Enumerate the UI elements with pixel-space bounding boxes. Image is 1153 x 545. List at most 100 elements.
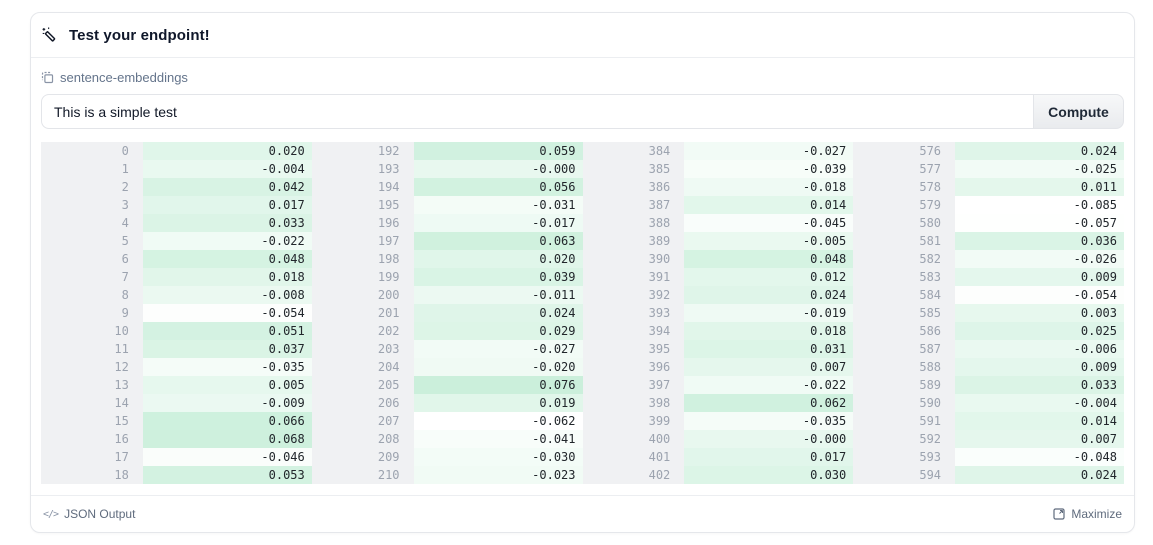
- value-cell: 0.007: [684, 358, 853, 376]
- index-cell: 3: [41, 196, 143, 214]
- index-cell: 384: [583, 142, 685, 160]
- model-name-label: sentence-embeddings: [60, 70, 188, 85]
- index-cell: 400: [583, 430, 685, 448]
- index-cell: 576: [853, 142, 955, 160]
- index-cell: 585: [853, 304, 955, 322]
- value-cell: 0.051: [143, 322, 312, 340]
- maximize-button[interactable]: Maximize: [1053, 507, 1122, 521]
- maximize-icon: [1053, 508, 1065, 520]
- embeddings-output[interactable]: 00.0201920.059384-0.0275760.0241-0.00419…: [41, 142, 1124, 484]
- value-cell: 0.019: [414, 394, 583, 412]
- index-cell: 396: [583, 358, 685, 376]
- index-cell: 16: [41, 430, 143, 448]
- index-cell: 4: [41, 214, 143, 232]
- value-cell: -0.031: [414, 196, 583, 214]
- value-cell: 0.011: [955, 178, 1124, 196]
- index-cell: 391: [583, 268, 685, 286]
- index-cell: 580: [853, 214, 955, 232]
- value-cell: 0.009: [955, 268, 1124, 286]
- value-cell: 0.024: [955, 142, 1124, 160]
- index-cell: 210: [312, 466, 414, 484]
- value-cell: 0.048: [684, 250, 853, 268]
- value-cell: 0.037: [143, 340, 312, 358]
- index-cell: 2: [41, 178, 143, 196]
- index-cell: 584: [853, 286, 955, 304]
- card-body: sentence-embeddings Compute 0 0.020 192 0.0…: [31, 58, 1134, 485]
- value-cell: 0.066: [143, 412, 312, 430]
- value-cell: 0.009: [955, 358, 1124, 376]
- value-cell: 0.068: [143, 430, 312, 448]
- index-cell: 193: [312, 160, 414, 178]
- index-cell: 577: [853, 160, 955, 178]
- value-cell: -0.005: [684, 232, 853, 250]
- index-cell: 397: [583, 376, 685, 394]
- index-cell: 582: [853, 250, 955, 268]
- value-cell: 0.030: [684, 466, 853, 484]
- value-cell: -0.018: [684, 178, 853, 196]
- value-cell: 0.033: [143, 214, 312, 232]
- value-cell: 0.007: [955, 430, 1124, 448]
- copy-icon: [41, 71, 54, 84]
- code-icon: </>: [43, 509, 58, 520]
- value-cell: -0.027: [414, 340, 583, 358]
- index-cell: 204: [312, 358, 414, 376]
- index-cell: 402: [583, 466, 685, 484]
- index-cell: 195: [312, 196, 414, 214]
- index-cell: 198: [312, 250, 414, 268]
- value-cell: -0.000: [684, 430, 853, 448]
- value-cell: -0.045: [684, 214, 853, 232]
- index-cell: 5: [41, 232, 143, 250]
- value-cell: 0.033: [955, 376, 1124, 394]
- index-cell: 583: [853, 268, 955, 286]
- index-cell: 401: [583, 448, 685, 466]
- value-cell: 0.005: [143, 376, 312, 394]
- value-cell: -0.026: [955, 250, 1124, 268]
- index-cell: 385: [583, 160, 685, 178]
- value-cell: -0.035: [143, 358, 312, 376]
- value-cell: 0.014: [955, 412, 1124, 430]
- index-cell: 581: [853, 232, 955, 250]
- model-name-row: sentence-embeddings: [41, 70, 1124, 85]
- value-cell: -0.041: [414, 430, 583, 448]
- index-cell: 594: [853, 466, 955, 484]
- index-cell: 399: [583, 412, 685, 430]
- value-cell: 0.014: [684, 196, 853, 214]
- value-cell: -0.009: [143, 394, 312, 412]
- value-cell: 0.036: [955, 232, 1124, 250]
- index-cell: 591: [853, 412, 955, 430]
- value-cell: -0.017: [414, 214, 583, 232]
- value-cell: 0.024: [414, 304, 583, 322]
- inference-text-input[interactable]: [41, 94, 1033, 129]
- compute-button[interactable]: Compute: [1033, 94, 1124, 129]
- index-cell: 579: [853, 196, 955, 214]
- index-cell: 205: [312, 376, 414, 394]
- page-title: Test your endpoint!: [69, 27, 210, 44]
- index-cell: 17: [41, 448, 143, 466]
- value-cell: -0.020: [414, 358, 583, 376]
- json-output-toggle[interactable]: </> JSON Output: [43, 507, 135, 521]
- value-cell: 0.012: [684, 268, 853, 286]
- index-cell: 9: [41, 304, 143, 322]
- index-cell: 18: [41, 466, 143, 484]
- index-cell: 7: [41, 268, 143, 286]
- value-cell: -0.062: [414, 412, 583, 430]
- value-cell: 0.048: [143, 250, 312, 268]
- index-cell: 390: [583, 250, 685, 268]
- value-cell: -0.008: [143, 286, 312, 304]
- index-cell: 201: [312, 304, 414, 322]
- value-cell: -0.048: [955, 448, 1124, 466]
- value-cell: -0.054: [143, 304, 312, 322]
- index-cell: 590: [853, 394, 955, 412]
- value-cell: 0.020: [414, 250, 583, 268]
- value-cell: 0.024: [955, 466, 1124, 484]
- index-cell: 199: [312, 268, 414, 286]
- value-cell: -0.006: [955, 340, 1124, 358]
- index-cell: 578: [853, 178, 955, 196]
- index-cell: 192: [312, 142, 414, 160]
- index-cell: 393: [583, 304, 685, 322]
- index-cell: 15: [41, 412, 143, 430]
- index-cell: 0: [41, 142, 143, 160]
- value-cell: -0.027: [684, 142, 853, 160]
- index-cell: 197: [312, 232, 414, 250]
- index-cell: 209: [312, 448, 414, 466]
